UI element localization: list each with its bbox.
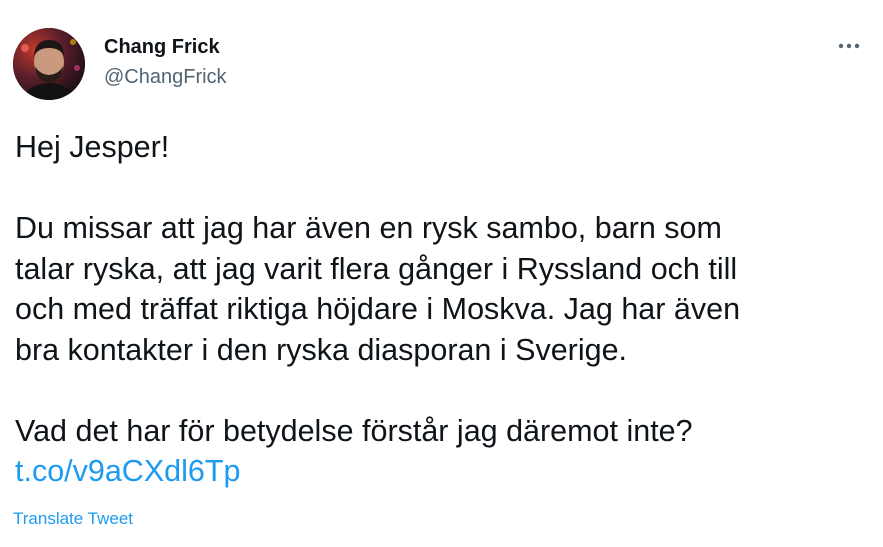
more-horizontal-icon [838, 43, 860, 49]
tweet-paragraph-1: Du missar att jag har även en rysk sambo… [15, 211, 741, 367]
tweet-paragraph-2: Vad det har för betydelse förstår jag dä… [15, 413, 693, 448]
author-handle[interactable]: @ChangFrick [104, 65, 227, 89]
avatar-image [13, 28, 85, 100]
more-options-button[interactable] [832, 32, 866, 60]
tweet-greeting: Hej Jesper! [15, 130, 170, 164]
tweet-text: Hej Jesper! Du missar att jag har även e… [15, 127, 875, 492]
avatar[interactable] [13, 28, 85, 100]
author-name[interactable]: Chang Frick [104, 35, 220, 59]
tweet-card: Chang Frick @ChangFrick Hej Jesper! Du m… [0, 0, 883, 547]
translate-tweet-button[interactable]: Translate Tweet [13, 509, 133, 529]
tweet-link[interactable]: t.co/v9aCXdl6Tp [15, 451, 875, 492]
